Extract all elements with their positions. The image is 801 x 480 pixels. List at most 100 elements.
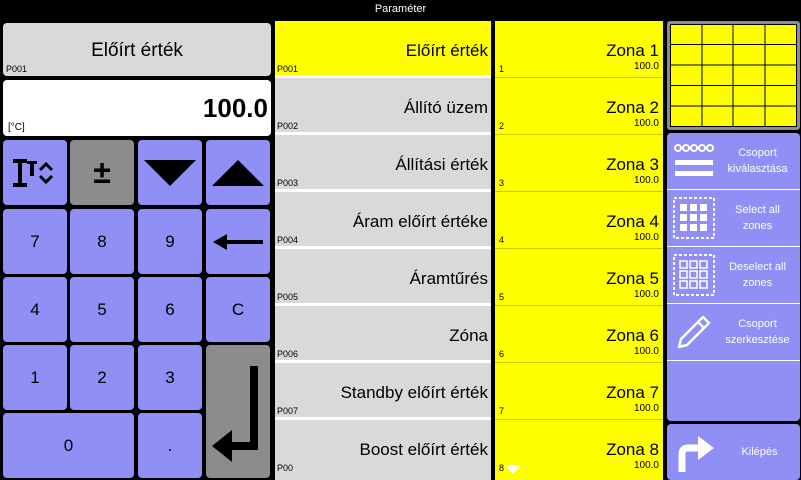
- select-all-zones-button[interactable]: Select all zones: [667, 190, 800, 246]
- decimal-point-key[interactable]: .: [138, 413, 202, 478]
- arrow-up-key[interactable]: [206, 140, 270, 205]
- key-9[interactable]: 9: [138, 209, 202, 274]
- zone-name: Zona 4: [606, 212, 659, 231]
- zone-item-7[interactable]: Zona 7 100.0 7: [495, 363, 663, 420]
- parameter-item-label: Standby előírt érték: [340, 383, 488, 402]
- group-edit-button[interactable]: Csoport szerkesztése: [667, 304, 800, 360]
- parameter-item-label: Boost előírt érték: [359, 440, 488, 459]
- parameter-name: Előírt érték: [91, 40, 183, 61]
- key-2[interactable]: 2: [70, 345, 134, 410]
- zone-number: 7: [499, 406, 505, 416]
- backspace-key[interactable]: [206, 209, 270, 274]
- zone-list: Zona 1 100.0 1 Zona 2 100.0 2 Zona 3 100…: [495, 21, 663, 480]
- parameter-item-p008[interactable]: Boost előírt érték P00: [275, 420, 491, 480]
- parameter-item-p002[interactable]: Állító üzem P002: [275, 78, 491, 132]
- exit-label: Kilépés: [741, 446, 778, 458]
- divider: [667, 360, 800, 361]
- zone-item-2[interactable]: Zona 2 100.0 2: [495, 78, 663, 135]
- parameter-item-label: Zóna: [449, 326, 488, 345]
- zone-name: Zona 2: [606, 98, 659, 117]
- zone-grid-icon: [670, 24, 797, 127]
- divider: [667, 246, 800, 247]
- exit-arrow-icon: [678, 436, 714, 472]
- parameter-item-code: P003: [277, 178, 299, 188]
- parameter-item-p003[interactable]: Állítási érték P003: [275, 135, 491, 189]
- zone-number: 2: [499, 121, 505, 131]
- clear-key[interactable]: C: [206, 277, 270, 342]
- zone-value: 100.0: [633, 232, 659, 243]
- window-title: Paraméter: [0, 0, 801, 19]
- key-7[interactable]: 7: [3, 209, 67, 274]
- zone-value: 100.0: [633, 289, 659, 300]
- zone-name: Zona 5: [606, 269, 659, 288]
- group-select-line1: Csoport: [738, 147, 777, 159]
- parameter-item-code: P005: [277, 292, 299, 302]
- key-6[interactable]: 6: [138, 277, 202, 342]
- divider: [667, 189, 800, 190]
- parameter-item-code: P002: [277, 121, 299, 131]
- deselect-all-zones-button[interactable]: Deselect all zones: [667, 247, 800, 303]
- arrow-down-key[interactable]: [138, 140, 202, 205]
- zone-number: 8: [499, 463, 505, 473]
- deselect-all-line2: zones: [742, 277, 773, 289]
- parameter-list: Előírt érték P001 Állító üzem P002 Állít…: [275, 21, 491, 480]
- parameter-item-code: P007: [277, 406, 299, 416]
- parameter-item-label: Állítási érték: [395, 155, 488, 174]
- exit-button[interactable]: Kilépés: [667, 424, 800, 480]
- parameter-item-p001[interactable]: Előírt érték P001: [275, 21, 491, 75]
- group-edit-line1: Csoport: [738, 318, 777, 330]
- key-0[interactable]: 0: [3, 413, 134, 478]
- zone-name: Zona 6: [606, 326, 659, 345]
- parameter-item-label: Áram előírt értéke: [352, 212, 488, 231]
- parameter-item-p007[interactable]: Standby előírt érték P007: [275, 363, 491, 417]
- parameter-item-label: Előírt érték: [405, 41, 488, 60]
- zone-number: 3: [499, 178, 505, 188]
- enter-arrow-icon: [212, 365, 258, 462]
- triangle-down-icon: [144, 159, 196, 186]
- select-all-line2: zones: [742, 220, 773, 232]
- zone-number: 6: [499, 349, 505, 359]
- zone-item-6[interactable]: Zona 6 100.0 6: [495, 306, 663, 363]
- key-4[interactable]: 4: [3, 277, 67, 342]
- group-select-icon: [674, 144, 714, 176]
- key-3[interactable]: 3: [138, 345, 202, 410]
- zone-item-1[interactable]: Zona 1 100.0 1: [495, 21, 663, 78]
- parameter-unit: [°C]: [8, 122, 25, 133]
- zone-value: 100.0: [633, 175, 659, 186]
- zone-minimap[interactable]: [667, 21, 800, 130]
- parameter-value-field[interactable]: 100.0 [°C]: [3, 80, 271, 136]
- group-select-line2: kiválasztása: [727, 163, 788, 175]
- zone-value: 100.0: [633, 118, 659, 129]
- zone-name: Zona 8: [606, 440, 659, 459]
- parameter-code: P001: [6, 64, 28, 74]
- deselect-all-line1: Deselect all: [729, 261, 786, 273]
- zone-value: 100.0: [633, 61, 659, 72]
- zone-value: 100.0: [633, 346, 659, 357]
- triangle-up-icon: [212, 159, 264, 186]
- key-1[interactable]: 1: [3, 345, 67, 410]
- action-panel: Csoport kiválasztása Select all zones De…: [667, 133, 800, 421]
- deselect-all-icon: [673, 254, 715, 296]
- zone-item-3[interactable]: Zona 3 100.0 3: [495, 135, 663, 192]
- parameter-item-p006[interactable]: Zóna P006: [275, 306, 491, 360]
- select-all-icon: [673, 197, 715, 239]
- parameter-item-p005[interactable]: Áramtűrés P005: [275, 249, 491, 303]
- scroll-down-indicator-icon[interactable]: [505, 465, 521, 474]
- key-8[interactable]: 8: [70, 209, 134, 274]
- parameter-item-p004[interactable]: Áram előírt értéke P004: [275, 192, 491, 246]
- select-all-line1: Select all: [735, 204, 780, 216]
- key-5[interactable]: 5: [70, 277, 134, 342]
- parameter-item-label: Áramtűrés: [409, 269, 488, 288]
- enter-key[interactable]: [206, 345, 270, 478]
- sign-toggle-key[interactable]: ±: [70, 140, 134, 205]
- group-select-button[interactable]: Csoport kiválasztása: [667, 133, 800, 189]
- cursor-updown-icon: [13, 158, 54, 187]
- zone-number: 5: [499, 292, 505, 302]
- zone-item-4[interactable]: Zona 4 100.0 4: [495, 192, 663, 249]
- zone-item-5[interactable]: Zona 5 100.0 5: [495, 249, 663, 306]
- divider: [667, 303, 800, 304]
- parameter-item-code: P001: [277, 64, 299, 74]
- cursor-select-key[interactable]: [3, 140, 67, 205]
- zone-number: 1: [499, 64, 505, 74]
- parameter-item-code: P006: [277, 349, 299, 359]
